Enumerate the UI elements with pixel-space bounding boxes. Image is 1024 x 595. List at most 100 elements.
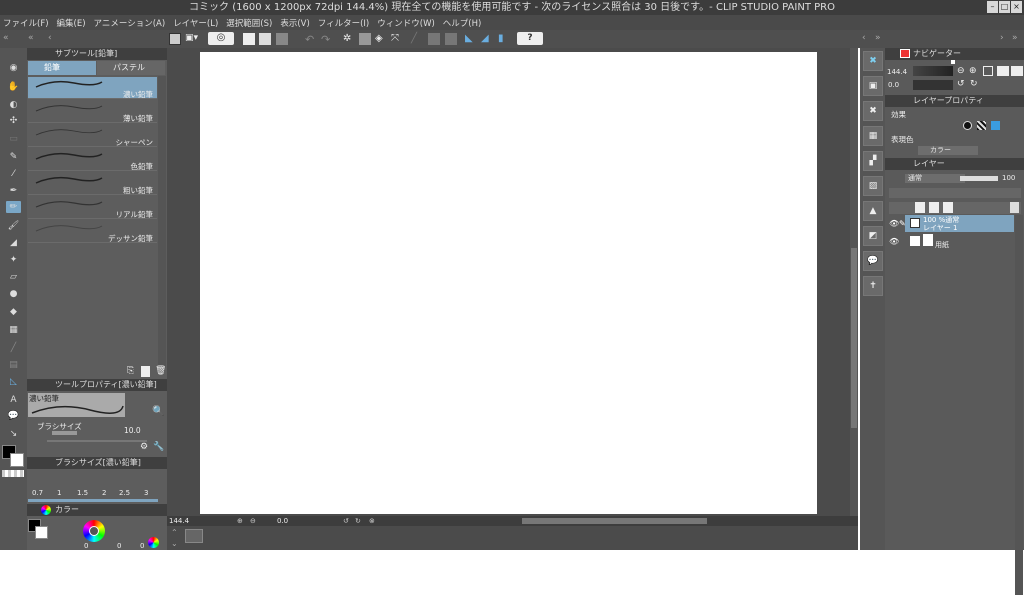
select-tool-icon[interactable]: ▭ bbox=[7, 133, 20, 145]
effect-border-icon[interactable] bbox=[963, 121, 972, 130]
brush-item-rough-pencil[interactable]: 粗い鉛筆 bbox=[28, 173, 157, 195]
zoom-out-icon[interactable]: ⊖ bbox=[250, 516, 256, 526]
balloon-material-icon[interactable]: 💬 bbox=[863, 251, 883, 271]
transparent-color-swatch[interactable] bbox=[2, 470, 24, 477]
new-vector-layer-icon[interactable] bbox=[929, 202, 939, 213]
navigator-zoom-slider[interactable] bbox=[913, 66, 953, 76]
subtool-menu-icon[interactable]: ⎘ bbox=[127, 366, 134, 376]
menu-edit[interactable]: 編集(E) bbox=[57, 17, 86, 29]
pencil-tool-icon[interactable]: ✏ bbox=[6, 201, 21, 213]
canvas-vertical-scrollbar[interactable] bbox=[850, 48, 858, 516]
size-preset-3[interactable]: 2 bbox=[102, 489, 106, 497]
transform-icon[interactable]: ⤧ bbox=[391, 33, 403, 45]
zoom-value[interactable]: 144.4 bbox=[169, 516, 189, 526]
pen-tool-icon[interactable]: ✒ bbox=[7, 185, 20, 197]
undo-icon[interactable]: ↶ bbox=[305, 33, 317, 46]
layer-row[interactable]: 100 %通常 レイヤー 1 bbox=[905, 215, 1014, 232]
zoom-in-icon[interactable]: ⊕ bbox=[237, 516, 243, 526]
menu-file[interactable]: ファイル(F) bbox=[3, 17, 49, 29]
close-button[interactable]: × bbox=[1011, 1, 1022, 13]
tab-pastel[interactable]: パステル bbox=[97, 61, 165, 75]
color-set-icon[interactable] bbox=[148, 537, 159, 548]
reset-rotation-icon[interactable]: ⊗ bbox=[369, 516, 375, 526]
move-tool-icon[interactable]: ✣ bbox=[7, 115, 20, 127]
new-raster-layer-icon[interactable] bbox=[915, 202, 925, 213]
canvas-horizontal-scrollbar[interactable] bbox=[522, 518, 707, 524]
layout-icon[interactable] bbox=[185, 529, 203, 543]
menu-layer[interactable]: レイヤー(L) bbox=[173, 17, 218, 29]
magnifier-icon[interactable]: 🔍 bbox=[152, 406, 164, 417]
window-menu-icon[interactable]: ▣▾ bbox=[185, 33, 203, 45]
new-folder-icon[interactable] bbox=[943, 202, 953, 213]
gradient-tool-icon[interactable]: ▦ bbox=[7, 324, 20, 336]
eraser-tool-icon[interactable]: ▱ bbox=[7, 271, 20, 283]
snap-special-ruler-icon[interactable]: ◢ bbox=[481, 33, 493, 45]
settings-icon[interactable]: ⚙ bbox=[140, 442, 148, 452]
size-preset-2[interactable]: 1.5 bbox=[77, 489, 88, 497]
sub-color-swatch[interactable] bbox=[35, 526, 48, 539]
rotate-right-icon[interactable]: ↻ bbox=[970, 79, 978, 89]
eyedropper-tool-icon[interactable]: ⁄ bbox=[7, 168, 20, 180]
image-material-icon[interactable]: ◩ bbox=[863, 226, 883, 246]
help-icon[interactable]: ? bbox=[517, 32, 543, 45]
subtool-scrollbar[interactable] bbox=[158, 76, 166, 368]
trash-icon[interactable]: 🗑 bbox=[155, 366, 166, 376]
layer-row[interactable]: 用紙 bbox=[905, 233, 1014, 250]
navigator-angle[interactable]: 0.0 bbox=[888, 81, 899, 89]
frame-tool-icon[interactable]: ▤ bbox=[7, 359, 20, 371]
zoom-in-icon[interactable]: ⊕ bbox=[969, 66, 977, 76]
brush-item-mechanical-pencil[interactable]: シャーペン bbox=[28, 125, 157, 147]
show-selection-icon[interactable] bbox=[445, 33, 457, 45]
brush-item-dark-pencil[interactable]: 濃い鉛筆 bbox=[28, 77, 157, 99]
3d-material-icon[interactable]: ✝ bbox=[863, 276, 883, 296]
zoom-out-icon[interactable]: ⊖ bbox=[957, 66, 965, 76]
tab-pencil[interactable]: 鉛筆 bbox=[28, 61, 96, 75]
airbrush-tool-icon[interactable]: ◢ bbox=[7, 237, 20, 249]
flip-icon[interactable] bbox=[997, 66, 1009, 76]
menu-help[interactable]: ヘルプ(H) bbox=[443, 17, 482, 29]
frame-material-icon[interactable]: ▞ bbox=[863, 151, 883, 171]
figure-tool-icon[interactable]: ╱ bbox=[7, 342, 20, 354]
fill-icon[interactable]: ◈ bbox=[375, 33, 387, 45]
menu-filter[interactable]: フィルター(I) bbox=[318, 17, 369, 29]
brush-tool-icon[interactable]: 🖌 bbox=[7, 220, 20, 232]
background-material-icon[interactable]: ▲ bbox=[863, 201, 883, 221]
effect-color-icon[interactable] bbox=[991, 121, 1000, 130]
brush-size-value[interactable]: 10.0 bbox=[124, 426, 141, 435]
effect-tone-icon[interactable] bbox=[977, 121, 986, 130]
deselect-icon[interactable]: ╱ bbox=[411, 33, 423, 45]
size-preset-0[interactable]: 0.7 bbox=[32, 489, 43, 497]
clear-icon[interactable]: ✲ bbox=[343, 33, 355, 45]
correct-line-tool-icon[interactable]: ↘ bbox=[7, 428, 20, 440]
opacity-slider[interactable] bbox=[960, 176, 998, 181]
ruler-tool-icon[interactable]: ◺ bbox=[7, 376, 20, 388]
size-preset-4[interactable]: 2.5 bbox=[119, 489, 130, 497]
eye-icon[interactable]: 👁 bbox=[889, 219, 899, 228]
collapse-left-icon[interactable]: « bbox=[3, 33, 9, 43]
material-icon[interactable]: ✖ bbox=[863, 51, 883, 71]
layer-scrollbar[interactable] bbox=[1015, 215, 1023, 595]
eye-icon[interactable]: 👁 bbox=[889, 237, 899, 246]
rotate-left-icon[interactable]: ↺ bbox=[957, 79, 965, 89]
brush-item-light-pencil[interactable]: 薄い鉛筆 bbox=[28, 101, 157, 123]
open-file-icon[interactable] bbox=[259, 33, 271, 45]
sub-color-swatch[interactable] bbox=[10, 453, 24, 467]
collapse-right-icon[interactable]: » bbox=[875, 33, 881, 43]
clear-outside-icon[interactable] bbox=[359, 33, 371, 45]
snap-ruler-icon[interactable]: ◣ bbox=[465, 33, 477, 45]
menu-view[interactable]: 表示(V) bbox=[280, 17, 309, 29]
redo-icon[interactable]: ↷ bbox=[321, 33, 333, 46]
chevron-left-icon[interactable]: ‹ bbox=[862, 33, 866, 43]
operation-tool-icon[interactable]: ◐ bbox=[7, 99, 20, 111]
hand-tool-icon[interactable]: ✋ bbox=[7, 81, 20, 93]
angle-value[interactable]: 0.0 bbox=[277, 516, 288, 526]
clip-studio-icon[interactable]: ◎ bbox=[208, 32, 234, 45]
expression-select[interactable]: カラー bbox=[918, 146, 978, 155]
menu-selection[interactable]: 選択範囲(S) bbox=[226, 17, 272, 29]
text-tool-icon[interactable]: A bbox=[7, 394, 20, 406]
brush-item-sketch-pencil[interactable]: デッサン鉛筆 bbox=[28, 221, 157, 243]
blend-tool-icon[interactable]: ● bbox=[7, 288, 20, 300]
navigator-angle-slider[interactable] bbox=[913, 80, 953, 90]
rotate-left-icon[interactable]: ↺ bbox=[343, 516, 349, 526]
trash-icon[interactable] bbox=[1010, 202, 1019, 213]
